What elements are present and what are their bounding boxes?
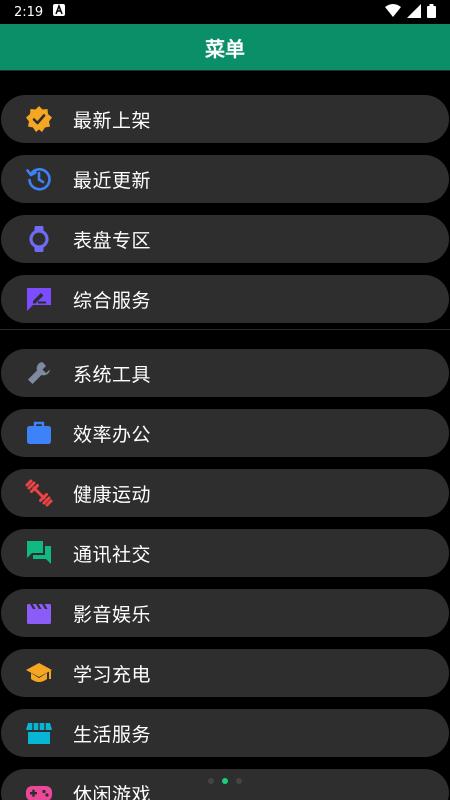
pager-indicator bbox=[0, 778, 450, 784]
menu-item[interactable]: 表盘专区 bbox=[1, 215, 449, 263]
briefcase-icon bbox=[25, 419, 53, 447]
menu-item[interactable]: 效率办公 bbox=[1, 409, 449, 457]
section-divider bbox=[0, 329, 450, 330]
clapperboard-icon bbox=[25, 599, 53, 627]
pager-dot bbox=[208, 778, 214, 784]
menu-item[interactable]: 系统工具 bbox=[1, 349, 449, 397]
menu-item[interactable]: 生活服务 bbox=[1, 709, 449, 757]
app-bar: 菜单 bbox=[0, 24, 450, 70]
status-bar: 2:19 bbox=[0, 0, 450, 24]
menu-item[interactable]: 最近更新 bbox=[1, 155, 449, 203]
menu-item-label: 学习充电 bbox=[73, 663, 152, 686]
menu-item-label: 健康运动 bbox=[73, 483, 152, 506]
graduation-cap-icon bbox=[25, 659, 53, 687]
notification-a-icon bbox=[53, 3, 66, 20]
menu-item-label: 通讯社交 bbox=[73, 543, 152, 566]
verified-badge-icon bbox=[25, 105, 53, 133]
status-time: 2:19 bbox=[14, 4, 44, 20]
menu-item[interactable]: 休闲游戏 bbox=[1, 769, 449, 800]
menu-item[interactable]: 最新上架 bbox=[1, 95, 449, 143]
menu-item-label: 生活服务 bbox=[73, 723, 152, 746]
menu-item-label: 综合服务 bbox=[73, 289, 152, 312]
battery-icon bbox=[427, 3, 436, 22]
dumbbell-icon bbox=[25, 479, 53, 507]
menu-item[interactable]: 影音娱乐 bbox=[1, 589, 449, 637]
menu-list: 最新上架最近更新表盘专区综合服务系统工具效率办公健康运动通讯社交影音娱乐学习充电… bbox=[0, 70, 450, 800]
menu-item-label: 影音娱乐 bbox=[73, 603, 152, 626]
page-title: 菜单 bbox=[205, 36, 245, 61]
menu-item-label: 效率办公 bbox=[73, 423, 152, 446]
menu-item[interactable]: 学习充电 bbox=[1, 649, 449, 697]
menu-item[interactable]: 综合服务 bbox=[1, 275, 449, 323]
wrench-icon bbox=[25, 359, 53, 387]
menu-item-label: 系统工具 bbox=[73, 363, 152, 386]
history-icon bbox=[25, 165, 53, 193]
menu-item[interactable]: 健康运动 bbox=[1, 469, 449, 517]
menu-item-label: 表盘专区 bbox=[73, 229, 152, 252]
wifi-icon bbox=[385, 3, 401, 22]
pager-dot bbox=[236, 778, 242, 784]
watch-icon bbox=[25, 225, 53, 253]
top-divider bbox=[0, 70, 450, 71]
menu-item-label: 最新上架 bbox=[73, 109, 152, 132]
store-icon bbox=[25, 719, 53, 747]
edit-chat-icon bbox=[25, 285, 53, 313]
pager-dot bbox=[222, 778, 228, 784]
chat-icon bbox=[25, 539, 53, 567]
menu-item-label: 最近更新 bbox=[73, 169, 152, 192]
signal-icon bbox=[407, 3, 421, 22]
menu-item[interactable]: 通讯社交 bbox=[1, 529, 449, 577]
